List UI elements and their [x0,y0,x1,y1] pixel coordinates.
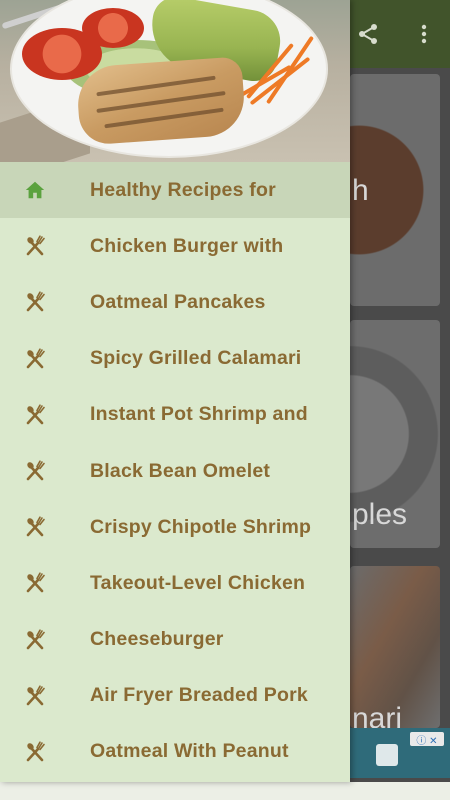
ad-banner[interactable]: ⓘ ✕ [350,728,450,778]
drawer-item-label: Healthy Recipes for [90,178,276,201]
drawer-item-label: Air Fryer Breaded Pork [90,684,308,707]
more-vert-icon[interactable] [408,18,440,50]
recipe-card-title: h [352,174,369,207]
drawer-header-image [0,0,350,162]
fork-knife-icon [22,627,48,653]
drawer-item[interactable]: Air Fryer Breaded Pork [0,668,350,724]
drawer-item-label: Spicy Grilled Calamari [90,347,302,370]
fork-knife-icon [22,402,48,428]
ad-cursor-icon [376,744,398,766]
drawer-item[interactable]: Chicken Burger with [0,218,350,274]
drawer-item[interactable]: Oatmeal Pancakes [0,274,350,330]
drawer-item-label: Cheeseburger [90,628,224,651]
drawer-item-label: Black Bean Omelet [90,459,271,482]
drawer-item-label: Instant Pot Shrimp and [90,403,308,426]
drawer-item-label: Oatmeal With Peanut [90,740,289,763]
recipe-card-title: nari [352,702,403,728]
drawer-item-label: Oatmeal Pancakes [90,290,266,313]
drawer-item-label: Crispy Chipotle Shrimp [90,515,312,538]
recipe-card[interactable]: nari [350,566,440,728]
drawer-item-label: Takeout-Level Chicken [90,571,306,594]
drawer-menu: Healthy Recipes for Chicken Burger with Oa… [0,162,350,780]
recipe-card[interactable]: ples [350,320,440,548]
recipe-card[interactable]: h [350,74,440,306]
recipe-card-title: ples [352,498,408,531]
drawer-item[interactable]: Spicy Grilled Calamari [0,331,350,387]
fork-knife-icon [22,570,48,596]
fork-knife-icon [22,289,48,315]
fork-knife-icon [22,514,48,540]
ad-info-close[interactable]: ⓘ ✕ [410,732,444,747]
drawer-item[interactable]: Instant Pot Shrimp and [0,387,350,443]
fork-knife-icon [22,233,48,259]
share-icon[interactable] [352,18,384,50]
drawer-item[interactable]: Takeout-Level Chicken [0,555,350,611]
drawer-item[interactable]: Black Bean Omelet [0,443,350,499]
drawer-item[interactable]: Crispy Chipotle Shrimp [0,499,350,555]
fork-knife-icon [22,739,48,765]
navigation-drawer: Healthy Recipes for Chicken Burger with Oa… [0,0,350,782]
fork-knife-icon [22,458,48,484]
drawer-item-label: Chicken Burger with [90,234,284,257]
drawer-item[interactable]: Oatmeal With Peanut [0,724,350,780]
bottom-strip [0,782,450,800]
tomato-graphic [82,8,144,48]
drawer-item[interactable]: Cheeseburger [0,612,350,668]
fork-knife-icon [22,683,48,709]
home-icon [22,177,48,203]
fork-knife-icon [22,346,48,372]
drawer-item[interactable]: Healthy Recipes for [0,162,350,219]
